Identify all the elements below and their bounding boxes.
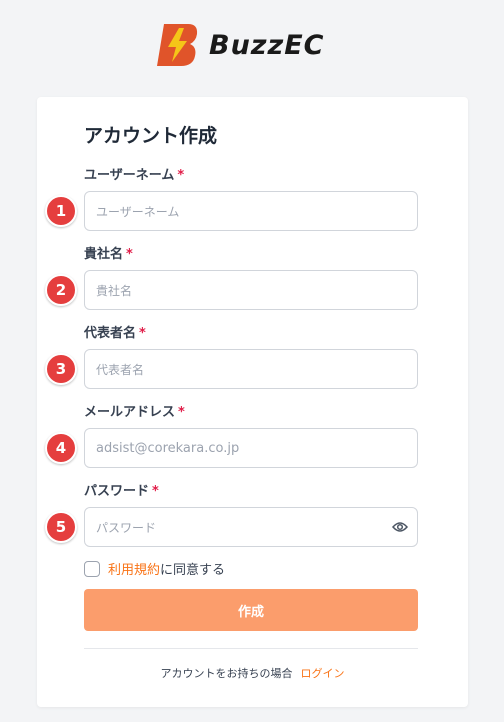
step-badge-2: 2 xyxy=(45,274,77,306)
step-badge-4: 4 xyxy=(45,432,77,464)
username-label: ユーザーネーム * xyxy=(84,168,185,183)
step-badge-1: 1 xyxy=(45,195,77,227)
email-input[interactable]: adsist@corekara.co.jp xyxy=(84,428,418,468)
page-title: アカウント作成 xyxy=(84,125,218,147)
terms-checkbox[interactable] xyxy=(84,560,100,577)
login-prompt: アカウントをお持ちの場合 ログイン xyxy=(37,665,468,681)
login-link[interactable]: ログイン xyxy=(301,667,345,680)
step-badge-3: 3 xyxy=(45,353,77,385)
username-input[interactable]: ユーザーネーム xyxy=(84,191,418,231)
terms-link[interactable]: 利用規約 xyxy=(108,559,160,578)
create-account-button-label: 作成 xyxy=(237,604,264,620)
brand-name: BuzzEC xyxy=(209,29,325,61)
username-placeholder: ユーザーネーム xyxy=(96,204,180,219)
terms-agreement: 利用規約 に同意する xyxy=(84,559,225,578)
representative-input[interactable]: 代表者名 xyxy=(84,349,418,389)
bolt-logo-icon xyxy=(157,24,198,66)
required-mark: * xyxy=(152,484,159,499)
required-mark: * xyxy=(178,405,185,420)
signup-card: アカウント作成 ユーザーネーム * ユーザーネーム 1 貴社名 * 貴社名 2 代表… xyxy=(37,97,468,707)
required-mark: * xyxy=(126,247,133,262)
login-prompt-text: アカウントをお持ちの場合 xyxy=(160,667,293,680)
eye-icon[interactable] xyxy=(392,521,408,533)
divider xyxy=(84,648,418,649)
company-name-label: 貴社名 * xyxy=(84,247,133,262)
company-name-placeholder: 貴社名 xyxy=(96,283,133,298)
password-label: パスワード * xyxy=(84,484,159,499)
step-badge-5: 5 xyxy=(45,511,77,543)
required-mark: * xyxy=(177,168,185,183)
company-name-input[interactable]: 貴社名 xyxy=(84,270,418,310)
representative-label: 代表者名 * xyxy=(84,326,146,341)
email-label: メールアドレス * xyxy=(84,405,185,420)
password-placeholder: パスワード xyxy=(96,520,157,535)
password-input[interactable]: パスワード xyxy=(84,507,418,547)
required-mark: * xyxy=(139,326,146,341)
terms-agree-text: に同意する xyxy=(160,563,226,578)
brand-logo: BuzzEC xyxy=(157,22,325,68)
representative-placeholder: 代表者名 xyxy=(96,362,145,377)
create-account-button[interactable]: 作成 xyxy=(84,589,418,631)
email-placeholder: adsist@corekara.co.jp xyxy=(96,440,240,456)
